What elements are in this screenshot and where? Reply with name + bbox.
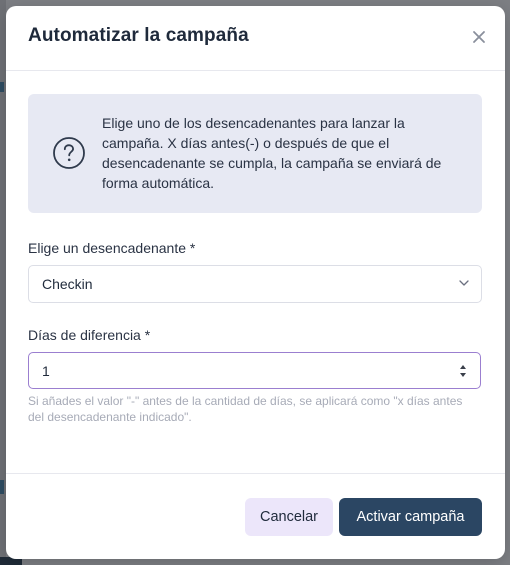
background-marker: [0, 480, 4, 494]
info-text: Elige uno de los desencadenantes para la…: [102, 115, 442, 191]
close-icon: [473, 31, 485, 43]
cancel-button[interactable]: Cancelar: [245, 498, 333, 536]
modal-header: Automatizar la campaña: [6, 6, 505, 71]
close-button[interactable]: [469, 27, 489, 47]
background-marker: [0, 82, 4, 92]
trigger-select[interactable]: Checkin: [28, 265, 482, 303]
days-input[interactable]: 1: [28, 352, 481, 389]
days-label: Días de diferencia *: [28, 327, 151, 343]
trigger-label: Elige un desencadenante *: [28, 240, 196, 256]
footer-divider: [6, 473, 505, 474]
activate-campaign-button[interactable]: Activar campaña: [339, 498, 482, 536]
automation-modal: Automatizar la campaña Elige uno de los …: [6, 6, 505, 559]
trigger-select-value: Checkin: [42, 276, 93, 292]
number-stepper-icon[interactable]: [458, 362, 468, 380]
info-box: Elige uno de los desencadenantes para la…: [28, 94, 482, 213]
days-input-value: 1: [42, 363, 50, 379]
chevron-down-icon: [459, 280, 469, 286]
question-circle-icon: [53, 137, 85, 169]
days-help-text: Si añades el valor "-" antes de la canti…: [28, 394, 463, 424]
modal-title: Automatizar la campaña: [28, 25, 249, 46]
